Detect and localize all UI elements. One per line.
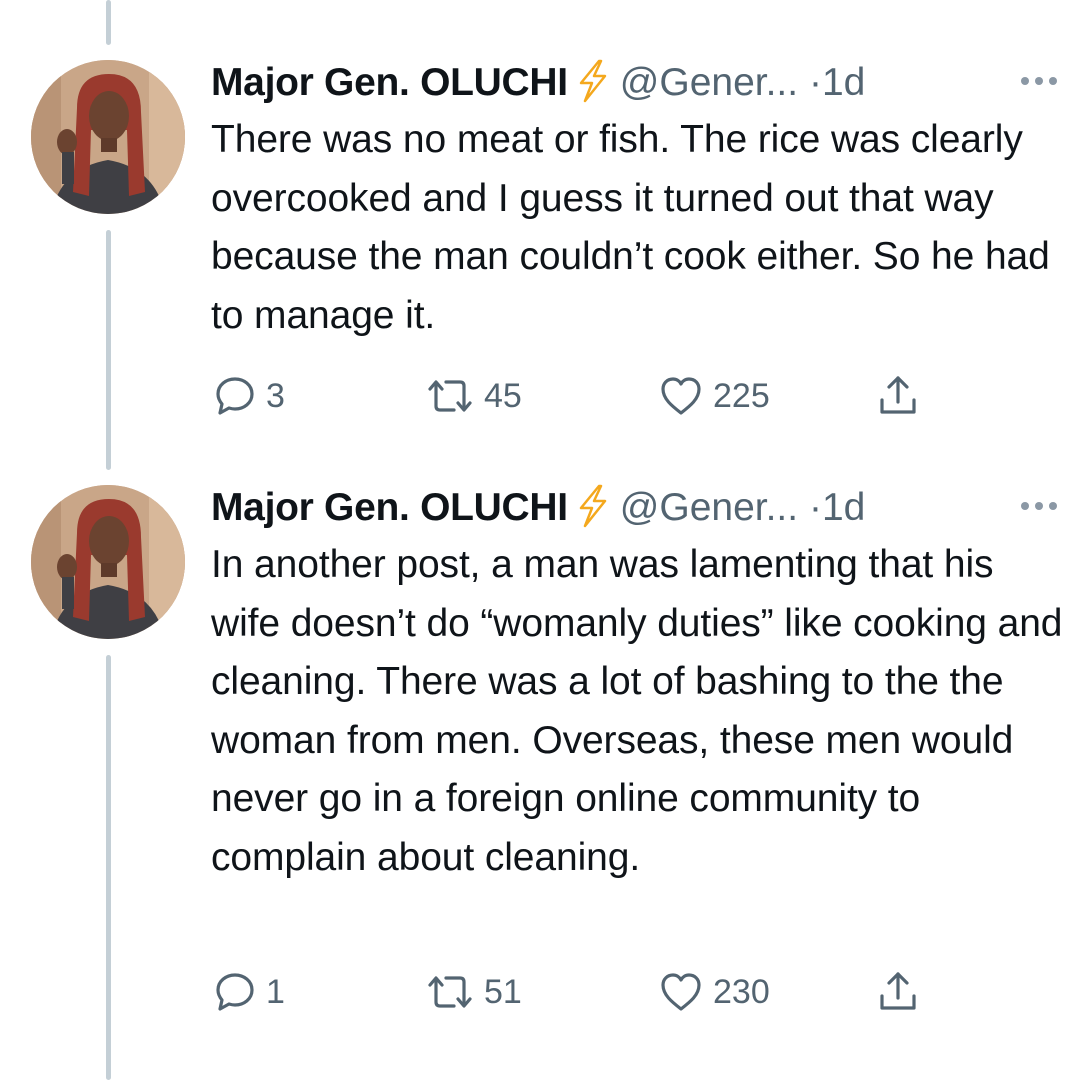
share-icon [880,376,916,414]
tweet-header: Major Gen. OLUCHI @Gener... ·1d [211,55,1071,111]
retweet-button[interactable]: 51 [424,962,522,1022]
retweet-count: 45 [484,376,522,415]
share-icon [880,972,916,1010]
timestamp[interactable]: 1d [822,61,865,104]
avatar[interactable] [31,60,185,214]
lightning-bolt-icon [579,484,607,528]
avatar[interactable] [31,485,185,639]
retweet-button[interactable]: 45 [424,366,522,426]
like-button[interactable]: 225 [657,366,770,426]
thread-connector-line [106,0,111,45]
heart-icon [661,973,701,1011]
reply-count: 3 [266,376,285,415]
tweet-text: There was no meat or fish. The rice was … [211,118,1050,337]
reply-button[interactable]: 3 [212,366,285,426]
more-options-icon[interactable] [1021,502,1057,510]
author-name[interactable]: Major Gen. OLUCHI [211,61,568,104]
reply-button[interactable]: 1 [212,962,285,1022]
lightning-bolt-icon [579,59,607,103]
like-count: 230 [713,972,770,1011]
retweet-icon [428,380,472,412]
tweet-header: Major Gen. OLUCHI @Gener... ·1d [211,480,1071,536]
tweet-text: In another post, a man was lamenting tha… [211,543,1063,879]
share-button[interactable] [874,366,922,426]
tweet-thread: Major Gen. OLUCHI @Gener... ·1d There wa… [0,0,1080,1080]
tweet-actions: 3 45 225 [0,366,1080,426]
timestamp[interactable]: 1d [822,486,865,529]
author-handle[interactable]: @Gener... [620,486,798,529]
author-handle[interactable]: @Gener... [620,61,798,104]
more-options-icon[interactable] [1021,77,1057,85]
author-name[interactable]: Major Gen. OLUCHI [211,486,568,529]
retweet-icon [428,976,472,1008]
share-button[interactable] [874,962,922,1022]
reply-icon [216,377,254,415]
separator-dot: · [808,486,822,529]
reply-count: 1 [266,972,285,1011]
tweet-actions: 1 51 230 [0,962,1080,1022]
thread-connector-line [106,230,111,470]
heart-icon [661,377,701,415]
separator-dot: · [808,61,822,104]
like-count: 225 [713,376,770,415]
like-button[interactable]: 230 [657,962,770,1022]
retweet-count: 51 [484,972,522,1011]
reply-icon [216,973,254,1011]
